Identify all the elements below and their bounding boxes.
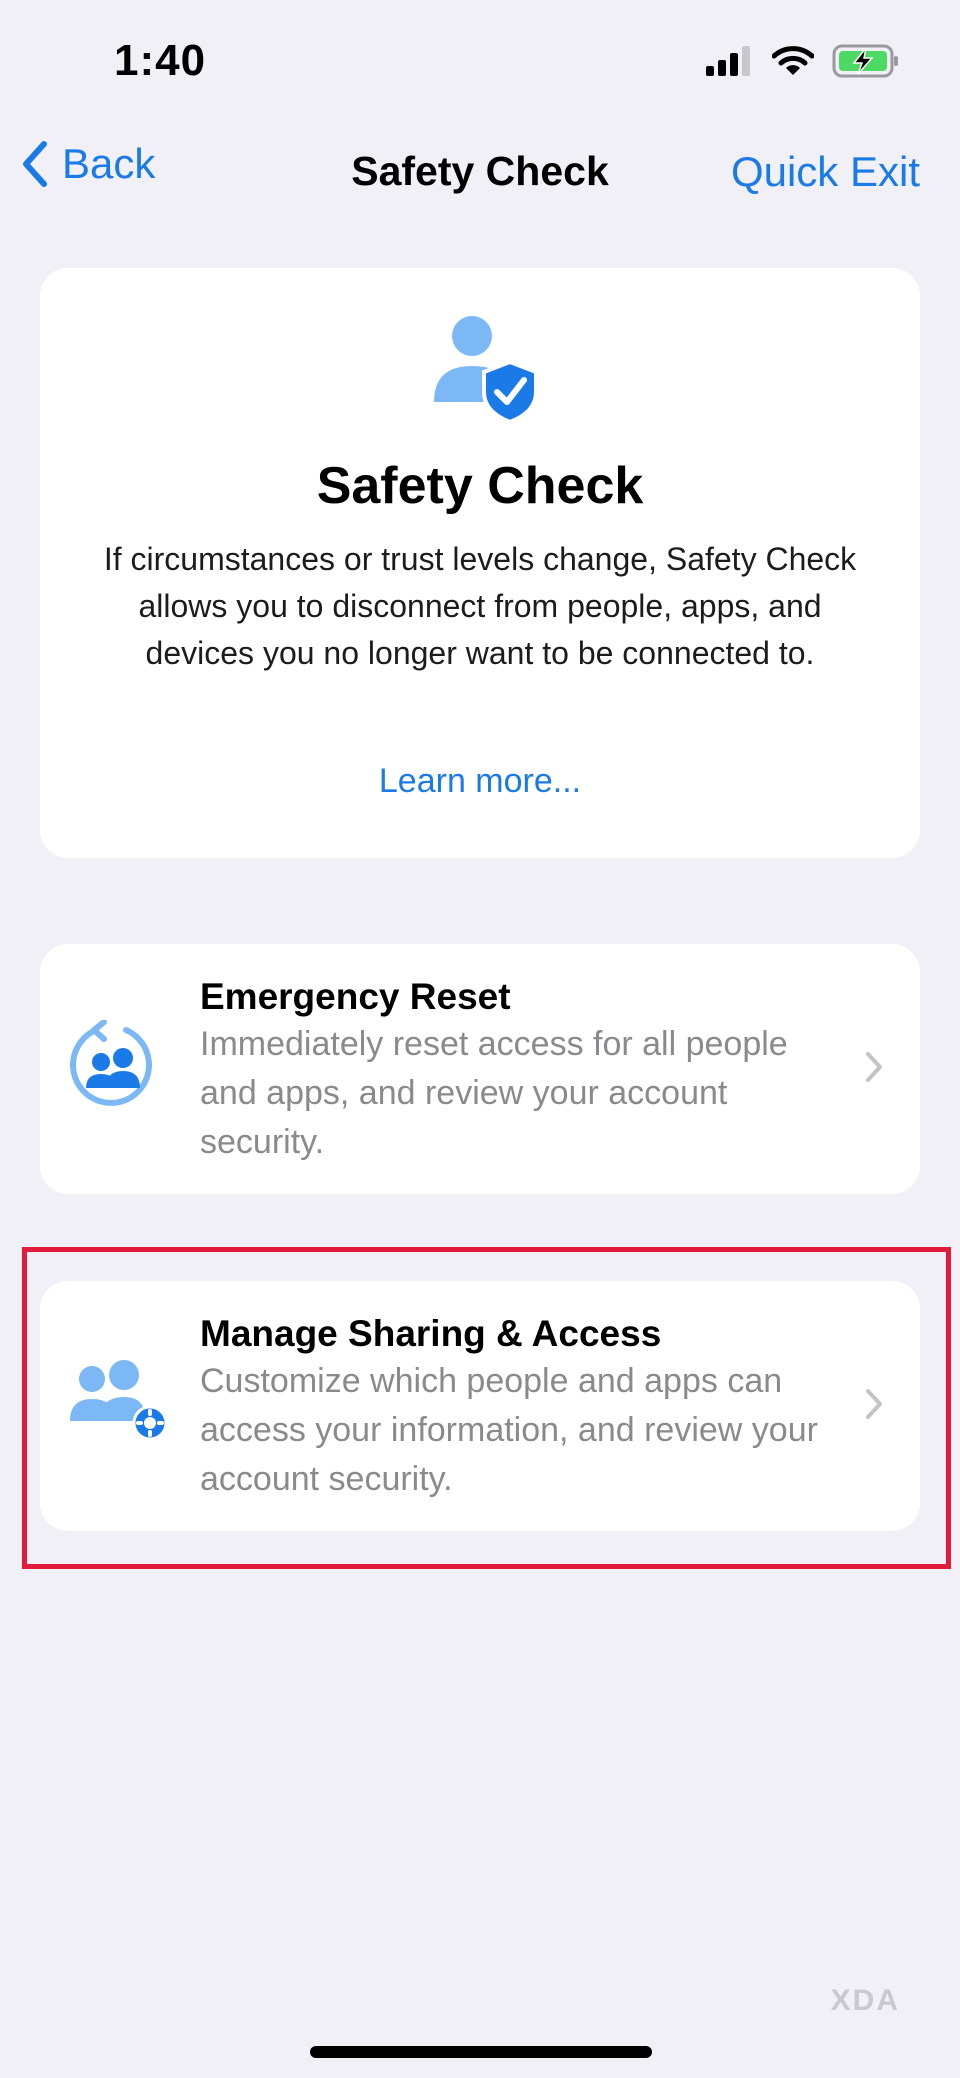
quick-exit-button[interactable]: Quick Exit bbox=[731, 148, 920, 196]
person-shield-icon bbox=[434, 316, 538, 424]
emergency-reset-row[interactable]: Emergency Reset Immediately reset access… bbox=[40, 944, 920, 1194]
status-icons bbox=[706, 44, 900, 78]
intro-title: Safety Check bbox=[316, 457, 644, 515]
status-time: 1:40 bbox=[114, 36, 207, 85]
people-gear-icon bbox=[70, 1360, 168, 1441]
manage-sharing-access-row[interactable]: Manage Sharing & Access Customize which … bbox=[40, 1281, 920, 1531]
battery-charging-icon bbox=[832, 44, 898, 78]
navigation-bar: Back Safety Check Quick Exit bbox=[0, 130, 960, 210]
chevron-right-icon bbox=[866, 1389, 882, 1419]
intro-description: If circumstances or trust levels change,… bbox=[103, 541, 857, 671]
manage-sharing-access-text: Manage Sharing & Access Customize which … bbox=[200, 1311, 820, 1504]
home-indicator[interactable] bbox=[310, 2046, 652, 2058]
xda-watermark: XDA bbox=[830, 1984, 900, 2017]
manage-sharing-access-title: Manage Sharing & Access bbox=[200, 1313, 662, 1354]
status-bar: 1:40 bbox=[0, 0, 960, 120]
manage-sharing-access-description: Customize which people and apps can acce… bbox=[200, 1362, 818, 1498]
emergency-reset-icon bbox=[70, 1020, 152, 1106]
cellular-signal-icon bbox=[706, 46, 750, 76]
emergency-reset-text: Emergency Reset Immediately reset access… bbox=[200, 974, 820, 1167]
emergency-reset-title: Emergency Reset bbox=[200, 976, 511, 1017]
learn-more-link[interactable]: Learn more... bbox=[40, 762, 920, 801]
emergency-reset-description: Immediately reset access for all people … bbox=[200, 1025, 788, 1161]
chevron-right-icon bbox=[866, 1052, 882, 1082]
wifi-icon bbox=[772, 46, 814, 75]
intro-card: Safety Check If circumstances or trust l… bbox=[40, 268, 920, 858]
